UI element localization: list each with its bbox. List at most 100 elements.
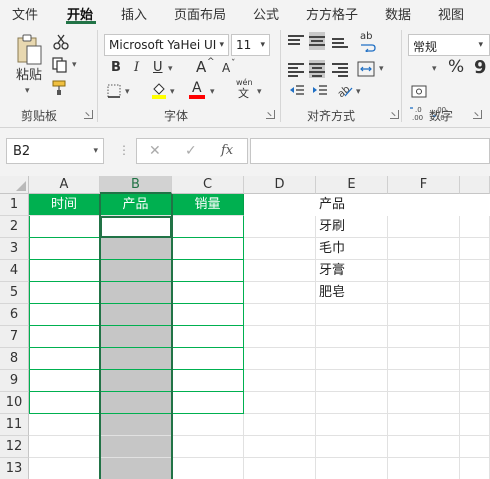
cell-e13[interactable] <box>316 458 388 479</box>
cell-e6[interactable] <box>316 304 388 326</box>
cell-a7[interactable] <box>29 326 100 348</box>
font-launcher-icon[interactable] <box>266 110 275 119</box>
cut-icon[interactable] <box>53 34 69 50</box>
row-header-3[interactable]: 3 <box>0 238 29 260</box>
cell-g4[interactable] <box>460 260 490 282</box>
decrease-indent-icon[interactable] <box>289 84 305 98</box>
cell-b6[interactable] <box>100 304 172 326</box>
active-cell-b2[interactable] <box>100 216 172 238</box>
cell-c13[interactable] <box>172 458 244 479</box>
cell-g10[interactable] <box>460 392 490 414</box>
cell-a2[interactable] <box>29 216 100 238</box>
borders-chevron-down-icon[interactable]: ▾ <box>125 87 130 97</box>
percent-button[interactable]: % <box>448 59 464 76</box>
cell-d8[interactable] <box>244 348 316 370</box>
cell-b5[interactable] <box>100 282 172 304</box>
currency-icon[interactable] <box>411 83 429 101</box>
cell-g3[interactable] <box>460 238 490 260</box>
cell-a10[interactable] <box>29 392 100 414</box>
cell-c10[interactable] <box>172 392 244 414</box>
copy-chevron-down-icon[interactable]: ▾ <box>72 60 77 70</box>
fill-color-chevron-down-icon[interactable]: ▾ <box>170 87 175 97</box>
cell-f7[interactable] <box>388 326 460 348</box>
font-color-chevron-down-icon[interactable]: ▾ <box>210 87 215 97</box>
cell-e11[interactable] <box>316 414 388 436</box>
cell-b8[interactable] <box>100 348 172 370</box>
cell-d3[interactable] <box>244 238 316 260</box>
cell-g5[interactable] <box>460 282 490 304</box>
cell-b1[interactable]: 产品 <box>100 194 172 216</box>
cell-f5[interactable] <box>388 282 460 304</box>
grow-font-button[interactable]: A <box>196 60 206 75</box>
row-header-9[interactable]: 9 <box>0 370 29 392</box>
menu-insert[interactable]: 插入 <box>121 4 147 23</box>
cell-c8[interactable] <box>172 348 244 370</box>
cell-b11[interactable] <box>100 414 172 436</box>
drag-handle-icon[interactable]: ⋮ <box>118 143 130 157</box>
cell-d6[interactable] <box>244 304 316 326</box>
cell-b10[interactable] <box>100 392 172 414</box>
cell-e12[interactable] <box>316 436 388 458</box>
copy-icon[interactable] <box>52 57 68 73</box>
row-header-6[interactable]: 6 <box>0 304 29 326</box>
cell-c5[interactable] <box>172 282 244 304</box>
phonetic-button[interactable]: wén <box>236 79 253 87</box>
alignment-launcher-icon[interactable] <box>390 110 399 119</box>
cell-g8[interactable] <box>460 348 490 370</box>
cell-d5[interactable] <box>244 282 316 304</box>
cell-c12[interactable] <box>172 436 244 458</box>
cell-d11[interactable] <box>244 414 316 436</box>
row-header-11[interactable]: 11 <box>0 414 29 436</box>
cell-d2[interactable] <box>244 216 316 238</box>
cell-a11[interactable] <box>29 414 100 436</box>
comma-style-button[interactable]: 9 <box>474 59 487 77</box>
cell-d12[interactable] <box>244 436 316 458</box>
cell-c1[interactable]: 销量 <box>172 194 244 216</box>
cell-f11[interactable] <box>388 414 460 436</box>
cell-c2[interactable] <box>172 216 244 238</box>
italic-button[interactable]: I <box>134 61 139 74</box>
fill-color-icon[interactable] <box>151 82 167 99</box>
shrink-font-button[interactable]: A <box>222 62 230 74</box>
name-box[interactable]: B2 ▾ <box>6 138 104 164</box>
cell-e10[interactable] <box>316 392 388 414</box>
increase-indent-icon[interactable] <box>312 84 328 98</box>
cell-b7[interactable] <box>100 326 172 348</box>
cell-f13[interactable] <box>388 458 460 479</box>
row-header-1[interactable]: 1 <box>0 194 29 216</box>
align-left-icon[interactable] <box>288 62 304 77</box>
merge-chevron-down-icon[interactable]: ▾ <box>379 64 384 74</box>
orientation-chevron-down-icon[interactable]: ▾ <box>356 87 361 97</box>
cell-d13[interactable] <box>244 458 316 479</box>
menu-file[interactable]: 文件 <box>12 4 38 23</box>
cell-d9[interactable] <box>244 370 316 392</box>
font-color-button[interactable]: A <box>192 81 202 95</box>
worksheet-grid[interactable]: A B C D E F 1 2 3 4 5 6 7 8 9 10 11 12 13 时间 产品 销量 产… <box>0 176 490 479</box>
cell-f12[interactable] <box>388 436 460 458</box>
align-bottom-icon[interactable] <box>332 34 348 48</box>
bold-button[interactable]: B <box>111 61 121 74</box>
cell-g9[interactable] <box>460 370 490 392</box>
cell-d4[interactable] <box>244 260 316 282</box>
cell-f4[interactable] <box>388 260 460 282</box>
cell-g2[interactable] <box>460 216 490 238</box>
font-name-combo[interactable]: Microsoft YaHei UI ▾ <box>104 34 229 56</box>
align-middle-icon[interactable] <box>309 32 325 50</box>
clipboard-launcher-icon[interactable] <box>84 110 93 119</box>
row-header-12[interactable]: 12 <box>0 436 29 458</box>
font-size-combo[interactable]: 11 ▾ <box>231 34 270 56</box>
cell-a13[interactable] <box>29 458 100 479</box>
cell-g7[interactable] <box>460 326 490 348</box>
cell-e3[interactable]: 毛巾 <box>316 238 388 260</box>
row-header-8[interactable]: 8 <box>0 348 29 370</box>
align-center-icon[interactable] <box>309 60 325 78</box>
merge-center-icon[interactable] <box>357 61 375 77</box>
cell-d10[interactable] <box>244 392 316 414</box>
align-right-icon[interactable] <box>332 62 348 77</box>
cell-a8[interactable] <box>29 348 100 370</box>
menu-page-layout[interactable]: 页面布局 <box>174 4 226 23</box>
column-header-e[interactable]: E <box>316 176 388 194</box>
cell-c4[interactable] <box>172 260 244 282</box>
insert-function-icon[interactable]: fx <box>221 143 233 158</box>
number-format-combo[interactable]: 常规 ▾ <box>408 34 490 56</box>
